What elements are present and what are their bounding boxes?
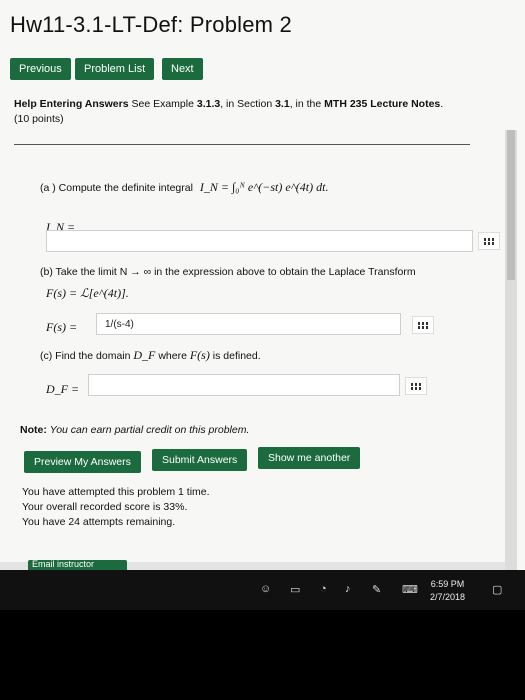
part-c-label: D_F = — [46, 382, 80, 396]
part-c-prompt-f: F(s) — [189, 348, 210, 362]
clock-date: 2/7/2018 — [430, 592, 466, 602]
help-text-c: , in the — [289, 98, 325, 110]
equation-editor-icon[interactable] — [405, 377, 427, 395]
help-course: MTH 235 Lecture Notes — [324, 98, 441, 110]
help-text-a: See Example — [131, 98, 197, 110]
next-button[interactable]: Next — [162, 58, 203, 80]
note-label: Note: — [20, 424, 47, 436]
part-c-prompt-var: D_F — [133, 348, 156, 362]
taskbar: ☺ ▭ ◔ ♪ ✎ ⌨ 6:59 PM 2/7/2018 ▢ — [0, 570, 525, 610]
people-icon[interactable]: ☺ — [260, 583, 271, 595]
points-label: (10 points) — [14, 113, 64, 125]
part-b-answer-input[interactable]: 1/(s-4) — [96, 313, 401, 335]
help-example: 3.1.3 — [196, 98, 221, 110]
browser-page: Hw11-3.1-LT-Def: Problem 2 Previous Prob… — [0, 0, 525, 590]
notifications-icon[interactable]: ▢ — [492, 583, 502, 596]
note-text: You can earn partial credit on this prob… — [49, 424, 250, 436]
part-a-prompt: (a ) Compute the definite integral I_N =… — [40, 180, 328, 195]
page-title: Hw11-3.1-LT-Def: Problem 2 — [10, 12, 292, 37]
previous-button[interactable]: Previous — [10, 58, 71, 80]
submit-answers-button[interactable]: Submit Answers — [152, 449, 248, 471]
battery-icon[interactable]: ▭ — [290, 583, 300, 596]
part-a-answer-input[interactable] — [46, 230, 473, 252]
help-section: Help Entering Answers See Example 3.1.3,… — [14, 97, 484, 127]
part-b-prompt: (b) Take the limit N → ∞ in the expressi… — [40, 266, 416, 278]
part-c-prompt-a: (c) Find the domain — [40, 350, 131, 362]
show-another-button[interactable]: Show me another — [258, 447, 361, 469]
problem-list-button[interactable]: Problem List — [75, 58, 155, 80]
volume-icon[interactable]: ♪ — [345, 583, 351, 595]
status-line: You have attempted this problem 1 time. — [22, 486, 210, 498]
help-section-number: 3.1 — [275, 98, 290, 110]
part-b-label: F(s) = — [46, 320, 78, 334]
part-a-formula: I_N = ∫₀ᴺ e^(−st) e^(4t) dt. — [199, 180, 329, 194]
keyboard-icon[interactable]: ⌨ — [402, 583, 418, 596]
help-entering-answers-link[interactable]: Help Entering Answers — [14, 98, 129, 110]
status-line: Your overall recorded score is 33%. — [22, 501, 188, 513]
part-b-formula: F(s) = ℒ[e^(4t)]. — [46, 286, 129, 300]
part-a-prompt-text: (a ) Compute the definite integral — [40, 182, 193, 194]
part-c-prompt-b: where — [158, 350, 187, 362]
part-c-prompt-c: is defined. — [212, 350, 261, 362]
part-c-prompt: (c) Find the domain D_F where F(s) is de… — [40, 348, 261, 363]
clock-time: 6:59 PM — [430, 579, 465, 589]
attempt-status: You have attempted this problem 1 time. … — [22, 485, 210, 530]
part-c-answer-input[interactable] — [88, 374, 400, 396]
equation-editor-icon[interactable] — [412, 316, 434, 334]
help-text-d: . — [440, 98, 444, 110]
wifi-icon[interactable]: ◔ — [320, 583, 327, 595]
vertical-scrollbar[interactable] — [505, 130, 517, 570]
equation-editor-icon[interactable] — [478, 232, 500, 250]
help-text-b: , in Section — [220, 98, 276, 110]
preview-answers-button[interactable]: Preview My Answers — [24, 451, 141, 473]
divider — [14, 144, 470, 145]
scrollbar-thumb[interactable] — [507, 130, 515, 280]
status-line: You have 24 attempts remaining. — [22, 516, 176, 528]
clock[interactable]: 6:59 PM 2/7/2018 — [430, 578, 465, 604]
pen-icon[interactable]: ✎ — [372, 583, 381, 596]
note: Note: You can earn partial credit on thi… — [20, 424, 249, 436]
